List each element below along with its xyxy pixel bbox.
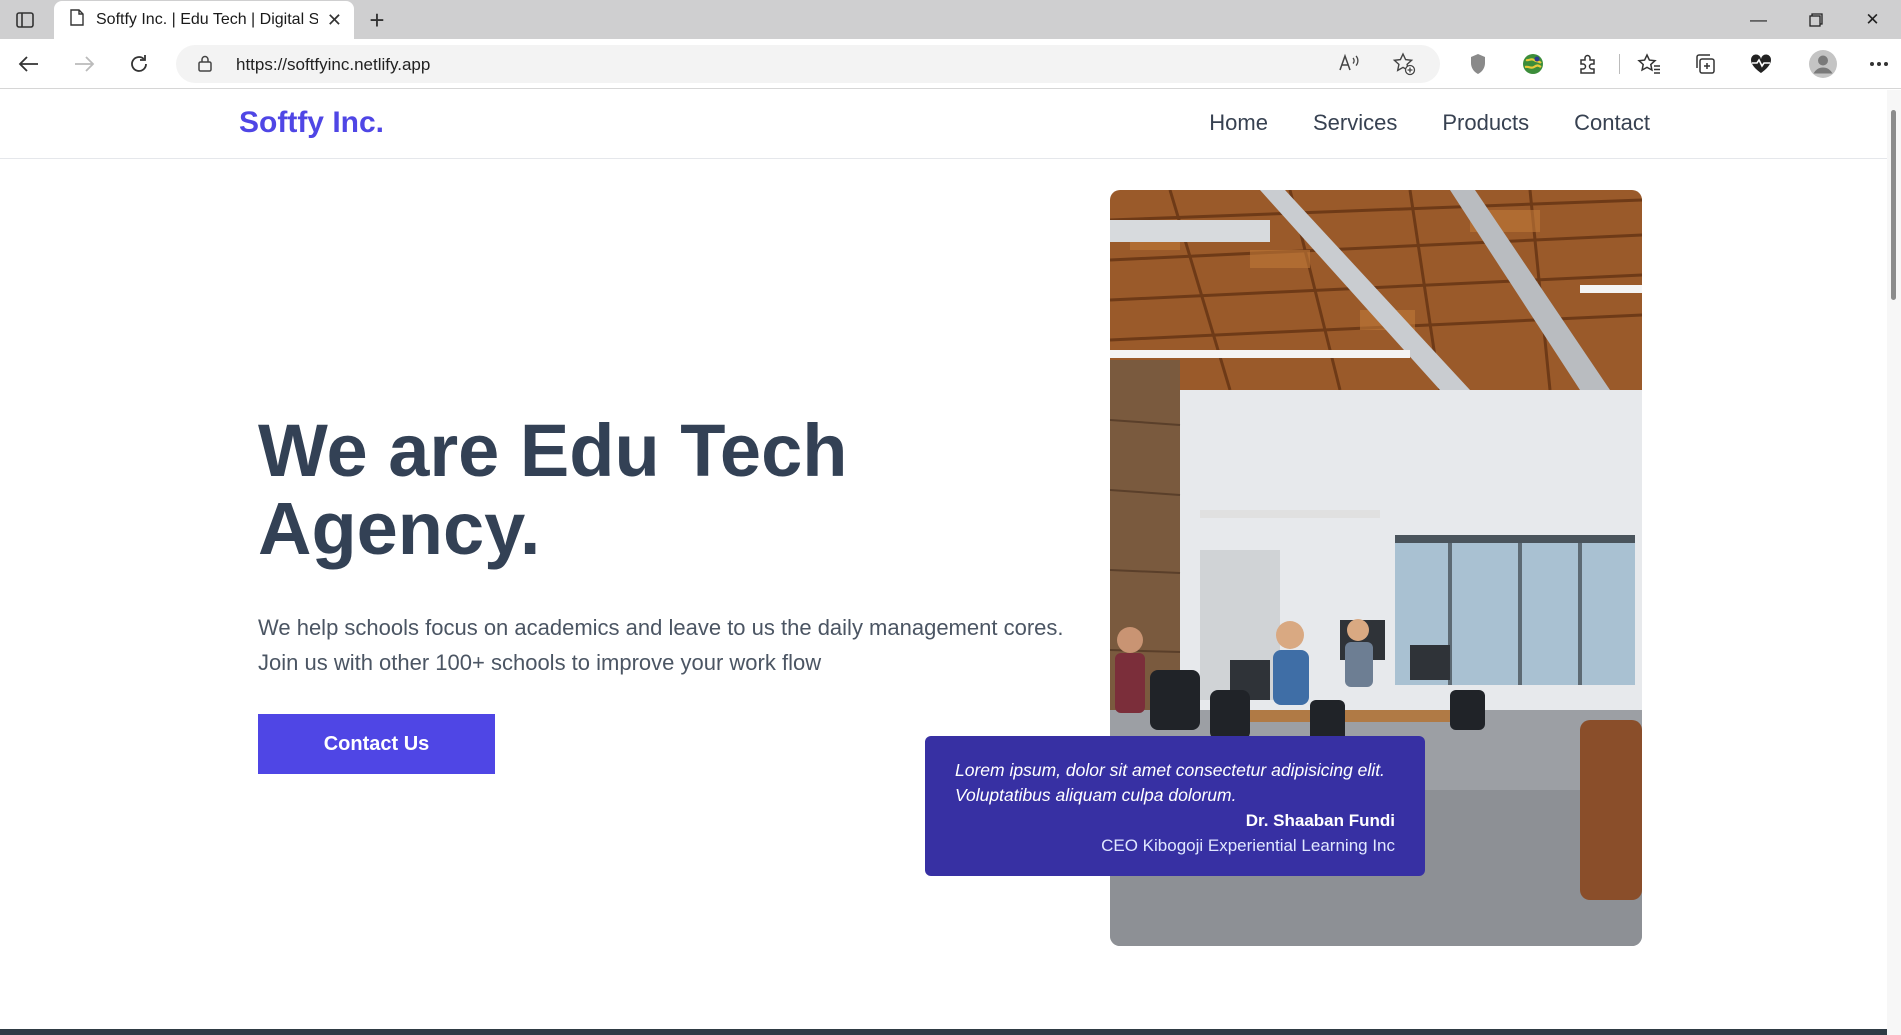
nav-link-services[interactable]: Services [1313, 110, 1397, 136]
site-nav: Home Services Products Contact [1209, 110, 1650, 136]
collections-icon[interactable] [1692, 51, 1718, 77]
testimonial-card: Lorem ipsum, dolor sit amet consectetur … [925, 736, 1425, 876]
tab-actions-icon[interactable] [10, 7, 40, 33]
hero-subtitle-line-1: We help schools focus on academics and l… [258, 615, 1064, 640]
page-icon [70, 9, 84, 31]
next-section-edge [0, 1029, 1887, 1035]
nav-link-products[interactable]: Products [1442, 110, 1529, 136]
favorites-icon[interactable] [1636, 51, 1662, 77]
browser-tab-active[interactable]: Softfy Inc. | Edu Tech | Digital Sol ✕ [54, 1, 354, 39]
more-menu-icon[interactable] [1866, 51, 1892, 77]
nav-link-home[interactable]: Home [1209, 110, 1268, 136]
web-page: Softfy Inc. Home Services Products Conta… [0, 90, 1887, 1035]
new-tab-button[interactable]: + [362, 5, 392, 35]
contact-us-button[interactable]: Contact Us [258, 714, 495, 774]
page-scrollbar[interactable] [1887, 90, 1901, 1035]
close-window-icon[interactable]: ✕ [1844, 0, 1901, 39]
extensions-puzzle-icon[interactable] [1575, 51, 1601, 77]
hero-subtitle-line-2: Join us with other 100+ schools to impro… [258, 650, 822, 675]
testimonial-quote-line-1: Lorem ipsum, dolor sit amet consectetur … [955, 760, 1385, 780]
browser-toolbar: https://softfyinc.netlify.app [0, 39, 1901, 89]
reload-icon[interactable] [122, 48, 156, 80]
address-bar[interactable]: https://softfyinc.netlify.app [176, 45, 1440, 83]
scrollbar-thumb[interactable] [1891, 110, 1896, 300]
profile-avatar-icon[interactable] [1808, 49, 1838, 79]
hero-title-line-2: Agency. [258, 487, 541, 570]
testimonial-role: CEO Kibogoji Experiential Learning Inc [1101, 836, 1395, 855]
toolbar-divider [1619, 54, 1620, 74]
testimonial-quote-line-2: Voluptatibus aliquam culpa dolorum. [955, 785, 1237, 805]
site-header: Softfy Inc. Home Services Products Conta… [0, 90, 1887, 159]
lock-icon[interactable] [198, 55, 212, 77]
add-favorite-icon[interactable] [1392, 52, 1416, 81]
site-logo[interactable]: Softfy Inc. [239, 106, 384, 140]
minimize-icon[interactable]: — [1730, 0, 1787, 39]
tab-close-icon[interactable]: ✕ [327, 11, 342, 29]
forward-icon[interactable] [67, 48, 101, 80]
back-icon[interactable] [12, 48, 46, 80]
url-text: https://softfyinc.netlify.app [236, 55, 431, 74]
hero-title-line-1: We are Edu Tech [258, 409, 848, 492]
tab-title: Softfy Inc. | Edu Tech | Digital Sol [96, 11, 318, 28]
hero-subtitle: We help schools focus on academics and l… [258, 610, 1098, 680]
read-aloud-icon[interactable] [1338, 53, 1360, 78]
extension-globe-icon[interactable] [1520, 51, 1546, 77]
testimonial-quote: Lorem ipsum, dolor sit amet consectetur … [955, 758, 1395, 808]
window-controls: — ✕ [1730, 0, 1901, 39]
testimonial-author: Dr. Shaaban Fundi [1245, 811, 1395, 830]
hero-title: We are Edu Tech Agency. [258, 412, 958, 568]
nav-link-contact[interactable]: Contact [1574, 110, 1650, 136]
shield-icon[interactable] [1465, 51, 1491, 77]
restore-icon[interactable] [1787, 0, 1844, 39]
browser-tab-strip: Softfy Inc. | Edu Tech | Digital Sol ✕ +… [0, 0, 1901, 39]
browser-essentials-icon[interactable] [1748, 51, 1774, 77]
